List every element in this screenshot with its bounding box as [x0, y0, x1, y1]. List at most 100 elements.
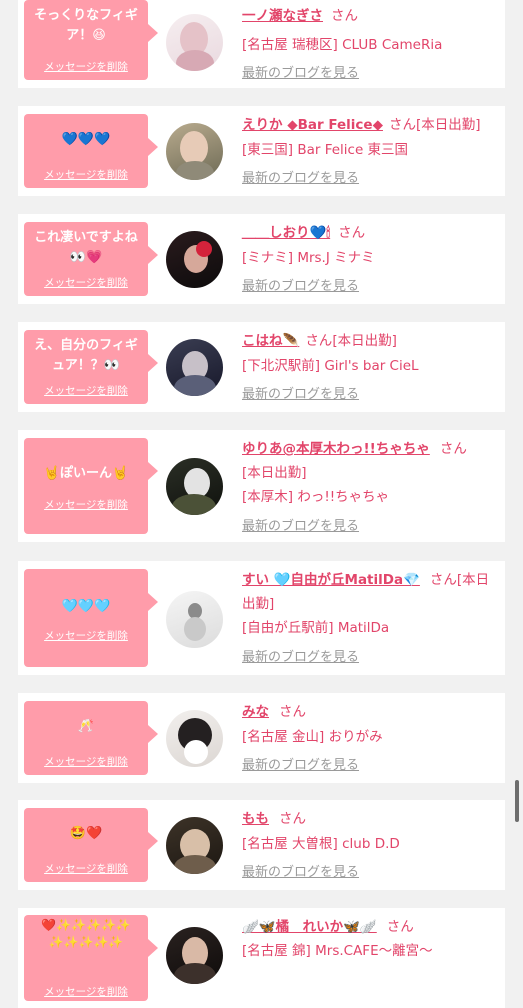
message-bubble: そっくりなフィギア！😆 メッセージを削除 — [24, 0, 158, 80]
honorific: さん — [429, 572, 457, 588]
message-text: 🤘ぽいーん🤘 — [43, 466, 129, 481]
cast-info: みな さん [名古屋 金山] おりがみ 最新のブログを見る — [242, 700, 497, 778]
cast-info: もも さん [名古屋 大曽根] club D.D 最新のブログを見る — [242, 807, 497, 885]
shop-name: [ミナミ] Mrs.J ミナミ — [242, 250, 375, 266]
latest-blog-link[interactable]: 最新のブログを見る — [242, 383, 497, 407]
message-card: 🩵🩵🩵 メッセージを削除 すい 🩵自由が丘MatilDa💎 さん[本日出勤] [自… — [18, 561, 505, 675]
honorific: さん — [279, 811, 306, 827]
message-bubble: 🤩❤️ メッセージを削除 — [24, 808, 158, 882]
shop-name: [名古屋 瑞穂区] CLUB CameRia — [242, 37, 443, 53]
latest-blog-link[interactable]: 最新のブログを見る — [242, 861, 497, 885]
name-line: ＿＿しおり💙🕯 さん — [242, 221, 497, 245]
status-label: [本日出勤] — [332, 333, 397, 349]
status-label: [本日出勤] — [242, 465, 307, 481]
message-text: 🥂 — [77, 719, 95, 734]
message-text: 🩵🩵🩵 — [61, 599, 111, 614]
cast-name-link[interactable]: こはね🪶 — [242, 333, 299, 349]
avatar[interactable] — [166, 710, 223, 767]
delete-message-link[interactable]: メッセージを削除 — [24, 984, 148, 999]
cast-info: 一ノ瀬なぎさ さん [名古屋 瑞穂区] CLUB CameRia 最新のブログを見… — [242, 4, 497, 86]
honorific: さん — [388, 117, 416, 133]
latest-blog-link[interactable]: 最新のブログを見る — [242, 646, 497, 670]
name-line: えりか ◆Bar Felice◆ さん[本日出勤] — [242, 113, 497, 137]
cast-info: ゆりあ@本厚木わっ!!ちゃちゃ さん [本日出勤] [本厚木] わっ!!ちゃちゃ … — [242, 437, 497, 539]
cast-name-link[interactable]: すい 🩵自由が丘MatilDa💎 — [242, 572, 420, 588]
message-card: そっくりなフィギア！😆 メッセージを削除 一ノ瀬なぎさ さん [名古屋 瑞穂区] … — [18, 0, 505, 88]
cast-name-link[interactable]: えりか ◆Bar Felice◆ — [242, 117, 383, 133]
message-card: え、自分のフィギュア！？👀 メッセージを削除 こはね🪶 さん[本日出勤] [下北沢… — [18, 322, 505, 412]
shop-name: [名古屋 大曽根] club D.D — [242, 836, 400, 852]
delete-message-link[interactable]: メッセージを削除 — [24, 754, 148, 769]
shop-name: [名古屋 金山] おりがみ — [242, 729, 383, 745]
honorific: さん — [439, 441, 467, 457]
message-bubble: 🩵🩵🩵 メッセージを削除 — [24, 569, 158, 667]
avatar[interactable] — [166, 231, 223, 288]
delete-message-link[interactable]: メッセージを削除 — [24, 275, 148, 290]
honorific: さん — [331, 8, 358, 24]
latest-blog-link[interactable]: 最新のブログを見る — [242, 515, 497, 539]
name-line: 一ノ瀬なぎさ さん — [242, 4, 497, 28]
avatar[interactable] — [166, 817, 223, 874]
message-bubble: 🥂 メッセージを削除 — [24, 701, 158, 775]
delete-message-link[interactable]: メッセージを削除 — [24, 497, 148, 512]
latest-blog-link[interactable]: 最新のブログを見る — [242, 167, 497, 191]
avatar[interactable] — [166, 339, 223, 396]
message-text: そっくりなフィギア！😆 — [34, 8, 138, 43]
cast-name-link[interactable]: ゆりあ@本厚木わっ!!ちゃちゃ — [242, 441, 430, 457]
name-line: こはね🪶 さん[本日出勤] — [242, 329, 497, 353]
name-line: すい 🩵自由が丘MatilDa💎 さん[本日出勤] — [242, 568, 497, 616]
name-line: 🪽🦋橘 れいか🦋🪽 さん — [242, 915, 497, 939]
cast-info: 🪽🦋橘 れいか🦋🪽 さん [名古屋 錦] Mrs.CAFE〜離宮〜 — [242, 915, 497, 963]
status-label: [本日出勤] — [415, 117, 481, 133]
avatar[interactable] — [166, 927, 223, 984]
shop-name: [下北沢駅前] Girl's bar CieL — [242, 358, 419, 374]
latest-blog-link[interactable]: 最新のブログを見る — [242, 62, 497, 86]
shop-name: [名古屋 錦] Mrs.CAFE〜離宮〜 — [242, 943, 433, 959]
avatar[interactable] — [166, 591, 223, 648]
message-bubble: 🤘ぽいーん🤘 メッセージを削除 — [24, 438, 158, 534]
cast-name-link[interactable]: もも — [242, 811, 269, 827]
latest-blog-link[interactable]: 最新のブログを見る — [242, 275, 497, 299]
cast-info: こはね🪶 さん[本日出勤] [下北沢駅前] Girl's bar CieL 最新の… — [242, 329, 497, 407]
message-card: 🥂 メッセージを削除 みな さん [名古屋 金山] おりがみ 最新のブログを見る — [18, 693, 505, 783]
shop-name: [東三国] Bar Felice 東三国 — [242, 142, 409, 158]
name-line: みな さん — [242, 700, 497, 724]
avatar[interactable] — [166, 458, 223, 515]
name-line: もも さん — [242, 807, 497, 831]
message-text: ❤️✨✨✨✨✨✨✨✨✨✨ — [41, 918, 131, 949]
honorific: さん — [338, 225, 366, 241]
shop-name: [自由が丘駅前] MatilDa — [242, 620, 390, 636]
message-card: 💙💙💙 メッセージを削除 えりか ◆Bar Felice◆ さん[本日出勤] [東… — [18, 106, 505, 196]
shop-name: [本厚木] わっ!!ちゃちゃ — [242, 489, 390, 505]
message-text: これ凄いですよね👀💗 — [34, 230, 138, 265]
cast-name-link[interactable]: ＿＿しおり💙🕯 — [242, 225, 330, 241]
delete-message-link[interactable]: メッセージを削除 — [24, 59, 148, 74]
delete-message-link[interactable]: メッセージを削除 — [24, 861, 148, 876]
message-card: ❤️✨✨✨✨✨✨✨✨✨✨ メッセージを削除 🪽🦋橘 れいか🦋🪽 さん [名古屋 錦… — [18, 908, 505, 1008]
honorific: さん — [279, 704, 306, 720]
message-bubble: ❤️✨✨✨✨✨✨✨✨✨✨ メッセージを削除 — [24, 915, 158, 1001]
message-text: え、自分のフィギュア！？👀 — [34, 338, 138, 373]
cast-info: すい 🩵自由が丘MatilDa💎 さん[本日出勤] [自由が丘駅前] MatilD… — [242, 568, 497, 670]
cast-name-link[interactable]: 🪽🦋橘 れいか🦋🪽 — [242, 919, 377, 935]
message-text: 💙💙💙 — [61, 132, 111, 147]
cast-name-link[interactable]: みな — [242, 704, 269, 720]
message-text: 🤩❤️ — [69, 826, 103, 841]
message-bubble: これ凄いですよね👀💗 メッセージを削除 — [24, 222, 158, 296]
scrollbar[interactable] — [515, 780, 519, 822]
delete-message-link[interactable]: メッセージを削除 — [24, 167, 148, 182]
honorific: さん — [386, 919, 414, 935]
honorific: さん — [305, 333, 333, 349]
message-bubble: 💙💙💙 メッセージを削除 — [24, 114, 158, 188]
message-card: 🤘ぽいーん🤘 メッセージを削除 ゆりあ@本厚木わっ!!ちゃちゃ さん [本日出勤]… — [18, 430, 505, 542]
avatar[interactable] — [166, 123, 223, 180]
avatar[interactable] — [166, 14, 223, 71]
latest-blog-link[interactable]: 最新のブログを見る — [242, 754, 497, 778]
message-card: 🤩❤️ メッセージを削除 もも さん [名古屋 大曽根] club D.D 最新の… — [18, 800, 505, 890]
message-card: これ凄いですよね👀💗 メッセージを削除 ＿＿しおり💙🕯 さん [ミナミ] Mrs.… — [18, 214, 505, 304]
name-line: ゆりあ@本厚木わっ!!ちゃちゃ さん — [242, 437, 497, 461]
delete-message-link[interactable]: メッセージを削除 — [24, 628, 148, 643]
delete-message-link[interactable]: メッセージを削除 — [24, 383, 148, 398]
message-bubble: え、自分のフィギュア！？👀 メッセージを削除 — [24, 330, 158, 404]
cast-name-link[interactable]: 一ノ瀬なぎさ — [242, 8, 323, 24]
